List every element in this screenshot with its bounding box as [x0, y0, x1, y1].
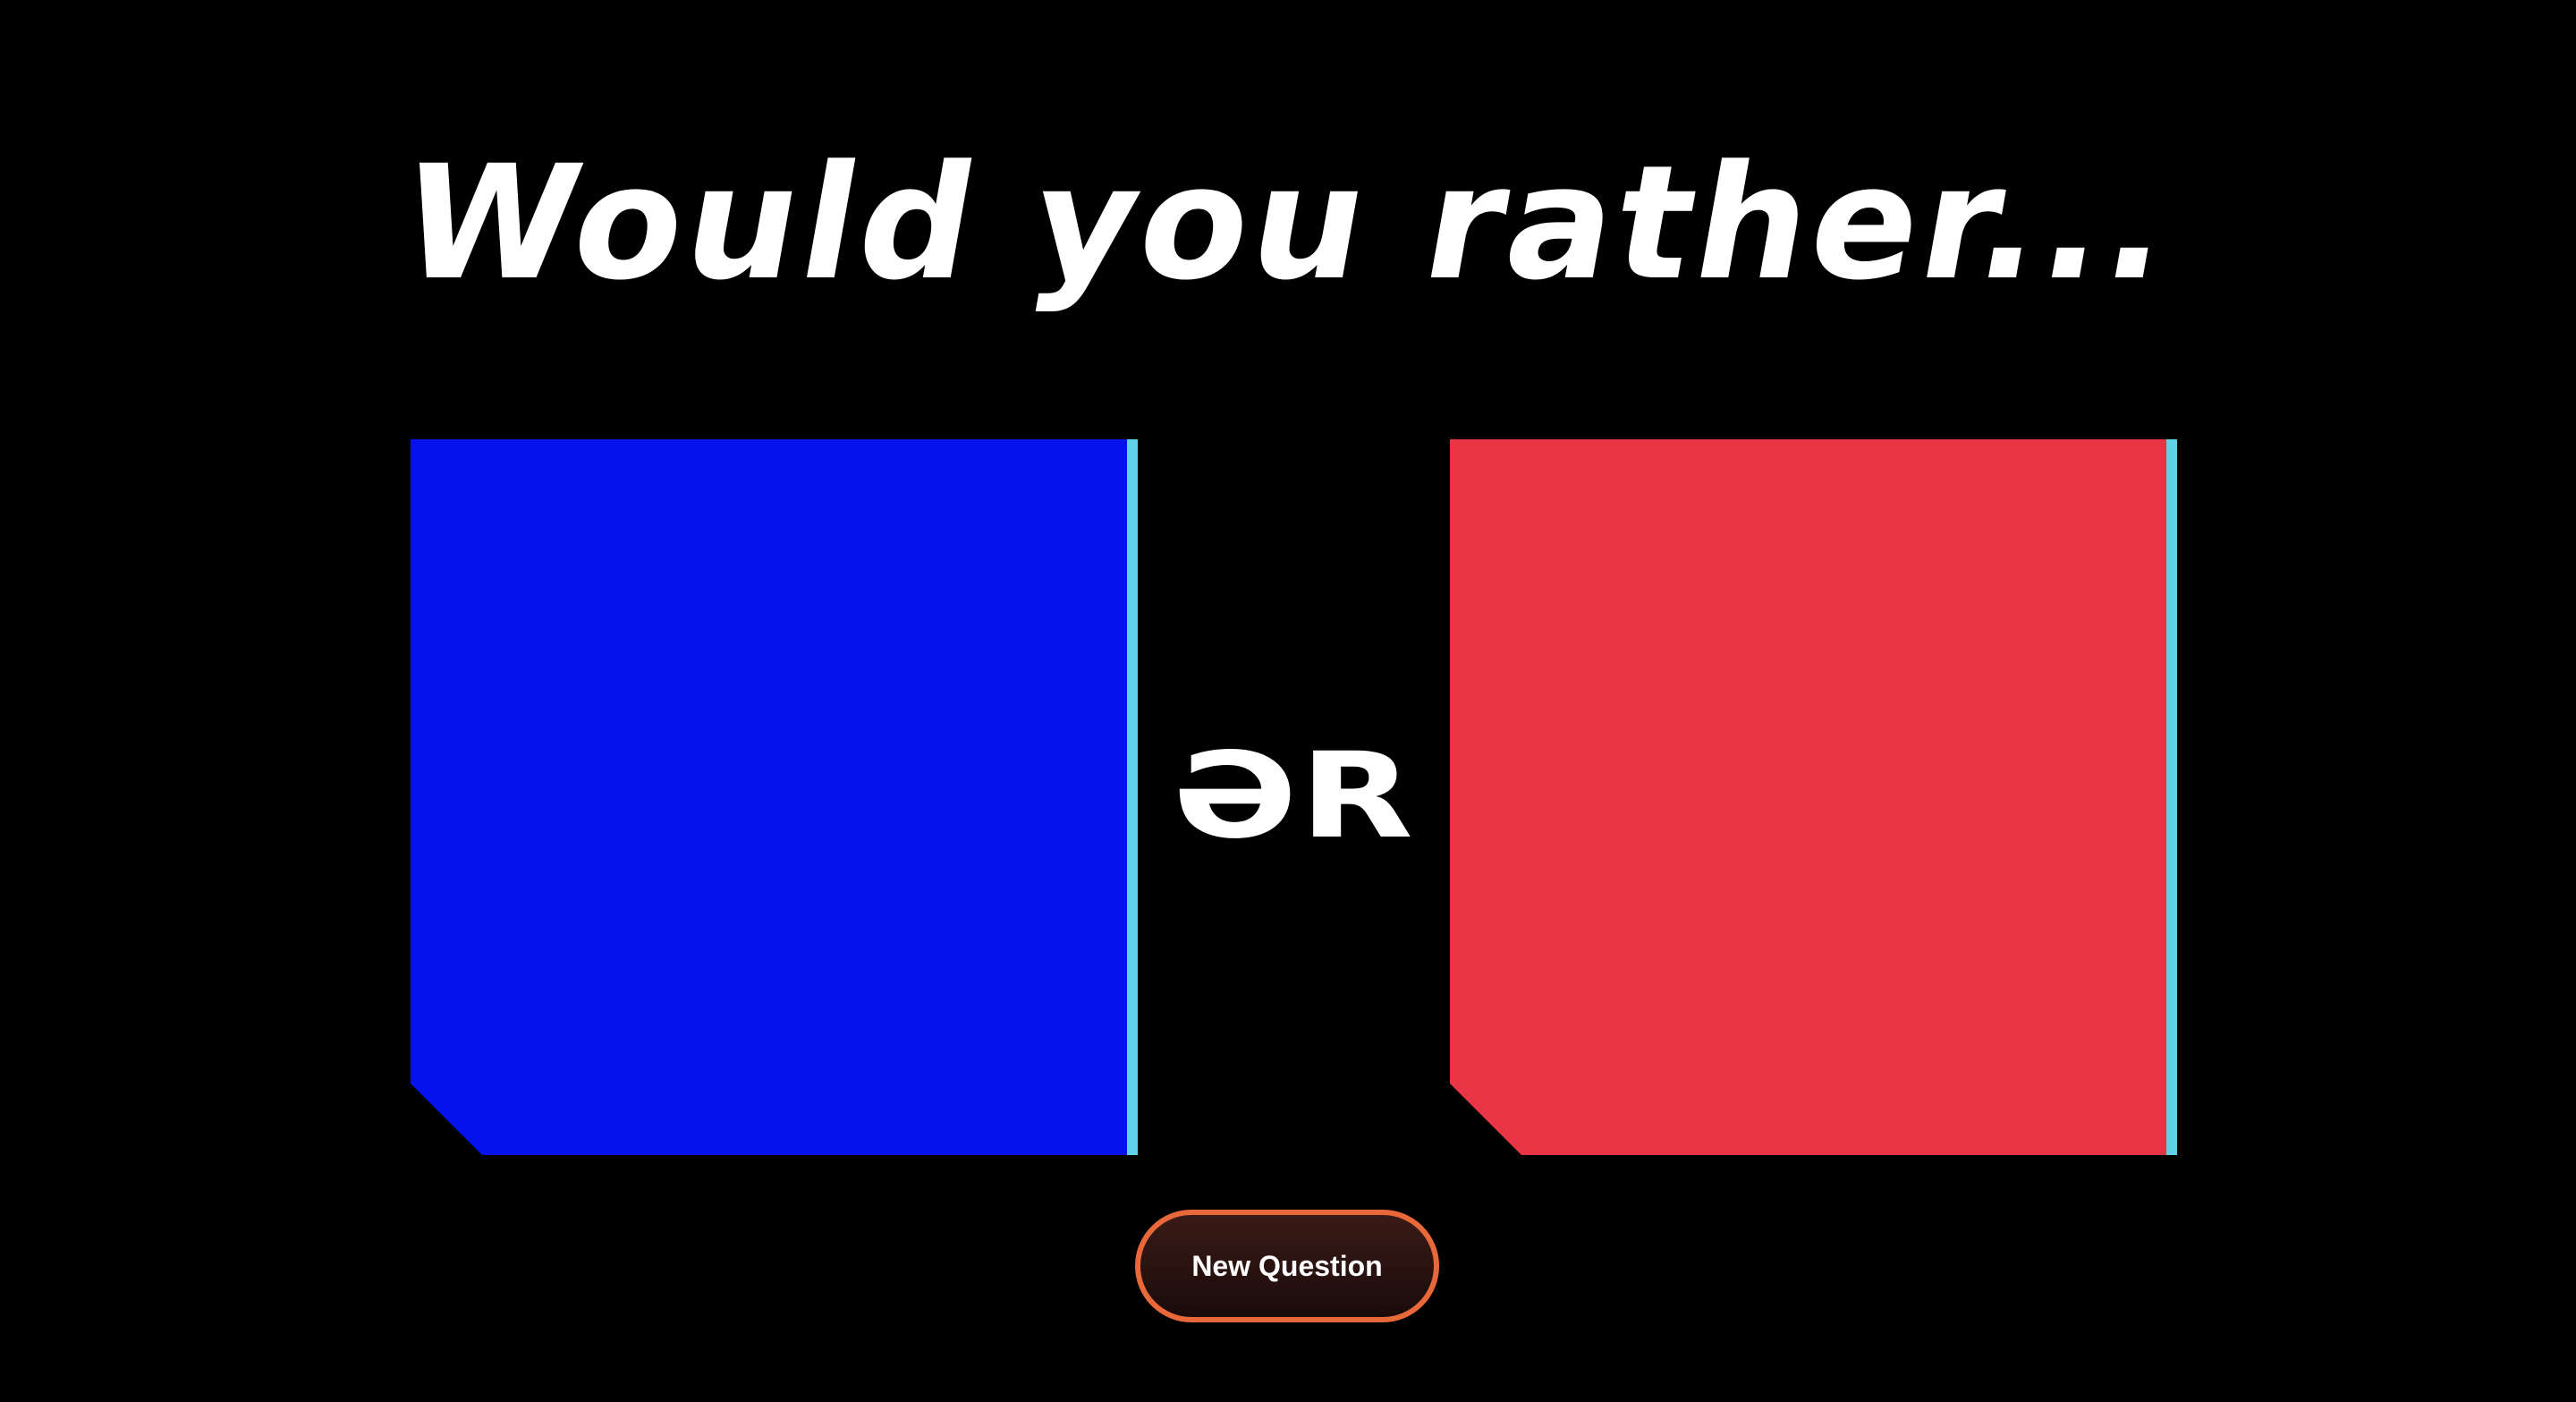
or-divider-label: ƏR — [1172, 727, 1416, 865]
option-b-text — [1504, 439, 2113, 1155]
game-screen: Would you rather... ƏR New Question — [0, 0, 2576, 1402]
option-b-edge — [2166, 439, 2177, 1155]
new-question-button[interactable]: New Question — [1135, 1210, 1439, 1322]
option-a-card[interactable] — [411, 439, 1138, 1155]
option-a-text — [464, 439, 1073, 1155]
page-title: Would you rather... — [387, 132, 2189, 315]
option-b-card[interactable] — [1450, 439, 2177, 1155]
